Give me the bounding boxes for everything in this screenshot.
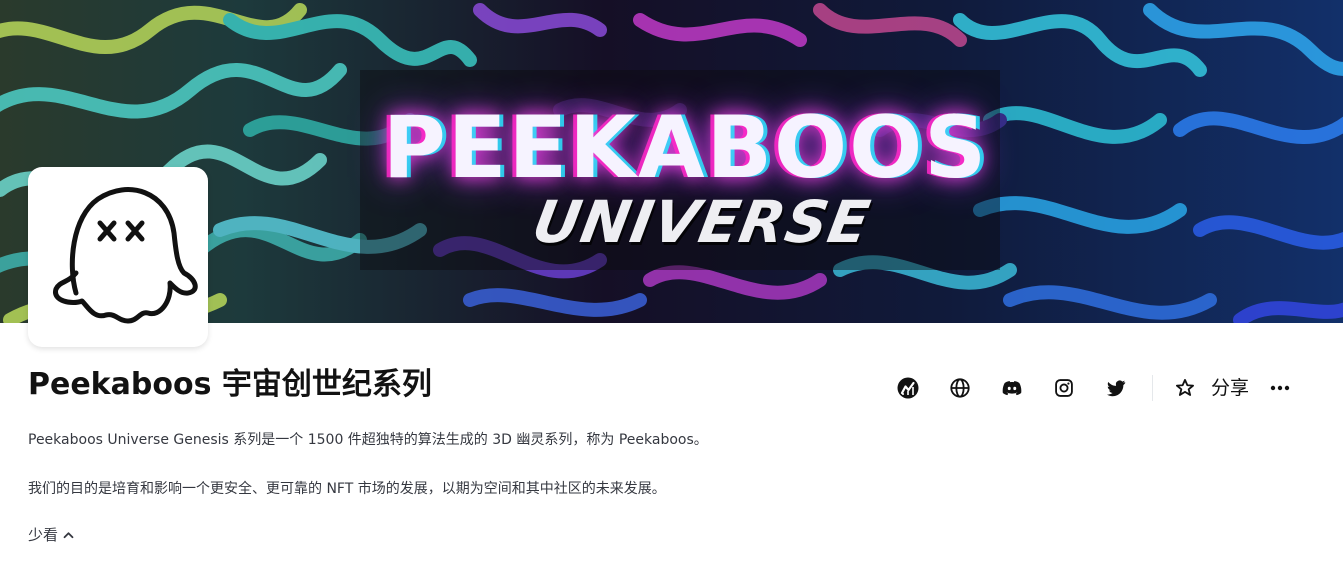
share-button[interactable]: 分享 [1211, 370, 1249, 406]
favorite-button[interactable] [1167, 370, 1203, 406]
stats-button[interactable] [890, 370, 926, 406]
see-less-toggle[interactable]: 少看 [28, 525, 74, 545]
instagram-icon [1055, 379, 1073, 397]
chevron-up-icon [63, 532, 74, 539]
ghost-icon [53, 187, 198, 324]
actions-divider [1152, 375, 1153, 401]
star-icon [1176, 379, 1194, 396]
instagram-button[interactable] [1046, 370, 1082, 406]
more-button[interactable] [1269, 370, 1291, 406]
collection-avatar[interactable] [28, 167, 208, 347]
collection-actions: 分享 [890, 370, 1291, 406]
discord-icon [1002, 381, 1022, 396]
stats-icon [897, 377, 919, 399]
more-icon [1270, 385, 1290, 391]
twitter-icon [1106, 380, 1126, 397]
collection-title: Peekaboos 宇宙创世纪系列 [28, 367, 432, 402]
website-button[interactable] [942, 370, 978, 406]
see-less-label: 少看 [28, 526, 59, 544]
collection-description-line-2: 我们的目的是培育和影响一个更安全、更可靠的 NFT 市场的发展，以期为空间和其中… [28, 481, 666, 497]
collection-page: PEEKABOOS UNIVERSE Peekaboos 宇宙创世纪系列 分享 … [0, 0, 1343, 579]
discord-button[interactable] [994, 370, 1030, 406]
collection-description-line-1: Peekaboos Universe Genesis 系列是一个 1500 件超… [28, 432, 708, 448]
twitter-button[interactable] [1098, 370, 1134, 406]
globe-icon [950, 378, 970, 398]
